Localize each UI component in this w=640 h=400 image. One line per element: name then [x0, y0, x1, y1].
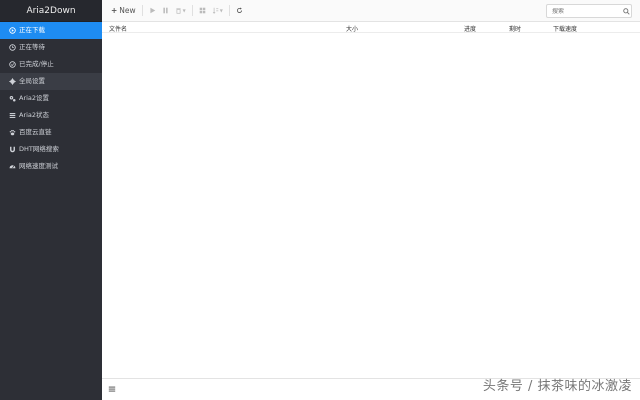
grid-icon — [199, 7, 206, 14]
column-header-size[interactable]: 大小 — [346, 24, 358, 33]
search-box — [546, 4, 632, 18]
sort-icon — [212, 7, 219, 14]
play-circle-icon — [8, 27, 16, 35]
new-button-label: New — [119, 6, 136, 15]
resume-button[interactable] — [146, 4, 159, 18]
sidebar-item-label: Aria2状态 — [19, 111, 50, 119]
trash-icon — [176, 8, 181, 14]
table-header: 文件名 大小 进度 剩时 下载速度 — [102, 22, 640, 33]
chevron-down-icon: ▼ — [182, 8, 186, 13]
toolbar-divider — [141, 5, 143, 16]
play-icon — [150, 7, 155, 14]
refresh-icon — [236, 7, 242, 14]
magnet-icon — [8, 146, 16, 154]
sidebar-item-label: 已完成/停止 — [19, 60, 54, 68]
chevron-down-icon: ▼ — [219, 8, 223, 13]
sidebar-item-dht-search[interactable]: DHT网络搜索 — [0, 141, 102, 158]
check-circle-icon — [8, 61, 16, 69]
gears-icon — [8, 95, 16, 103]
sidebar-item-label: Aria2设置 — [19, 94, 50, 102]
refresh-button[interactable] — [233, 4, 246, 18]
sidebar-item-completed[interactable]: 已完成/停止 — [0, 56, 102, 73]
paw-icon — [8, 129, 16, 137]
sidebar-item-label: 正在下载 — [19, 26, 45, 34]
sidebar-item-baidu-link[interactable]: 百度云直链 — [0, 124, 102, 141]
sidebar: Aria2Down 正在下载 正在等待 已完成/停止 全局设置 Aria2设置 — [0, 0, 102, 400]
sidebar-item-label: 正在等待 — [19, 43, 45, 51]
dashboard-icon — [8, 163, 16, 171]
sidebar-item-downloading[interactable]: 正在下载 — [0, 22, 102, 39]
toolbar: + New ▼ ▼ — [102, 0, 640, 22]
column-header-remaining[interactable]: 剩时 — [509, 24, 521, 33]
sidebar-item-label: 全局设置 — [19, 77, 45, 85]
column-header-speed[interactable]: 下载速度 — [553, 24, 577, 33]
sidebar-item-label: 网络速度测试 — [19, 162, 58, 170]
toolbar-divider — [191, 5, 193, 16]
delete-button[interactable]: ▼ — [172, 4, 189, 18]
gear-icon — [8, 78, 16, 86]
search-icon[interactable] — [621, 7, 631, 15]
column-header-progress[interactable]: 进度 — [464, 24, 476, 33]
plus-icon: + — [111, 6, 118, 15]
sidebar-item-speed-test[interactable]: 网络速度测试 — [0, 158, 102, 175]
sidebar-item-label: DHT网络搜索 — [19, 145, 59, 153]
sidebar-item-waiting[interactable]: 正在等待 — [0, 39, 102, 56]
search-input[interactable] — [547, 7, 621, 15]
pause-button[interactable] — [159, 4, 172, 18]
menu-icon[interactable] — [108, 385, 116, 393]
sidebar-item-aria2-status[interactable]: Aria2状态 — [0, 107, 102, 124]
watermark: 头条号 / 抹茶味的冰激凌 — [482, 379, 632, 394]
toolbar-divider — [228, 5, 230, 16]
main-panel: + New ▼ ▼ 搜索 文件名 大小 进度 剩时 下载速度 — [102, 0, 640, 400]
clock-icon — [8, 44, 16, 52]
pause-icon — [163, 7, 168, 14]
sidebar-item-aria2-settings[interactable]: Aria2设置 — [0, 90, 102, 107]
app-title[interactable]: Aria2Down — [0, 0, 102, 22]
new-task-button[interactable]: + New — [108, 4, 139, 18]
sidebar-item-label: 百度云直链 — [19, 128, 52, 136]
select-all-button[interactable] — [196, 4, 209, 18]
sidebar-item-global-settings[interactable]: 全局设置 — [0, 73, 102, 90]
list-icon — [8, 112, 16, 120]
sort-button[interactable]: ▼ — [209, 4, 226, 18]
column-header-filename[interactable]: 文件名 — [109, 24, 127, 33]
